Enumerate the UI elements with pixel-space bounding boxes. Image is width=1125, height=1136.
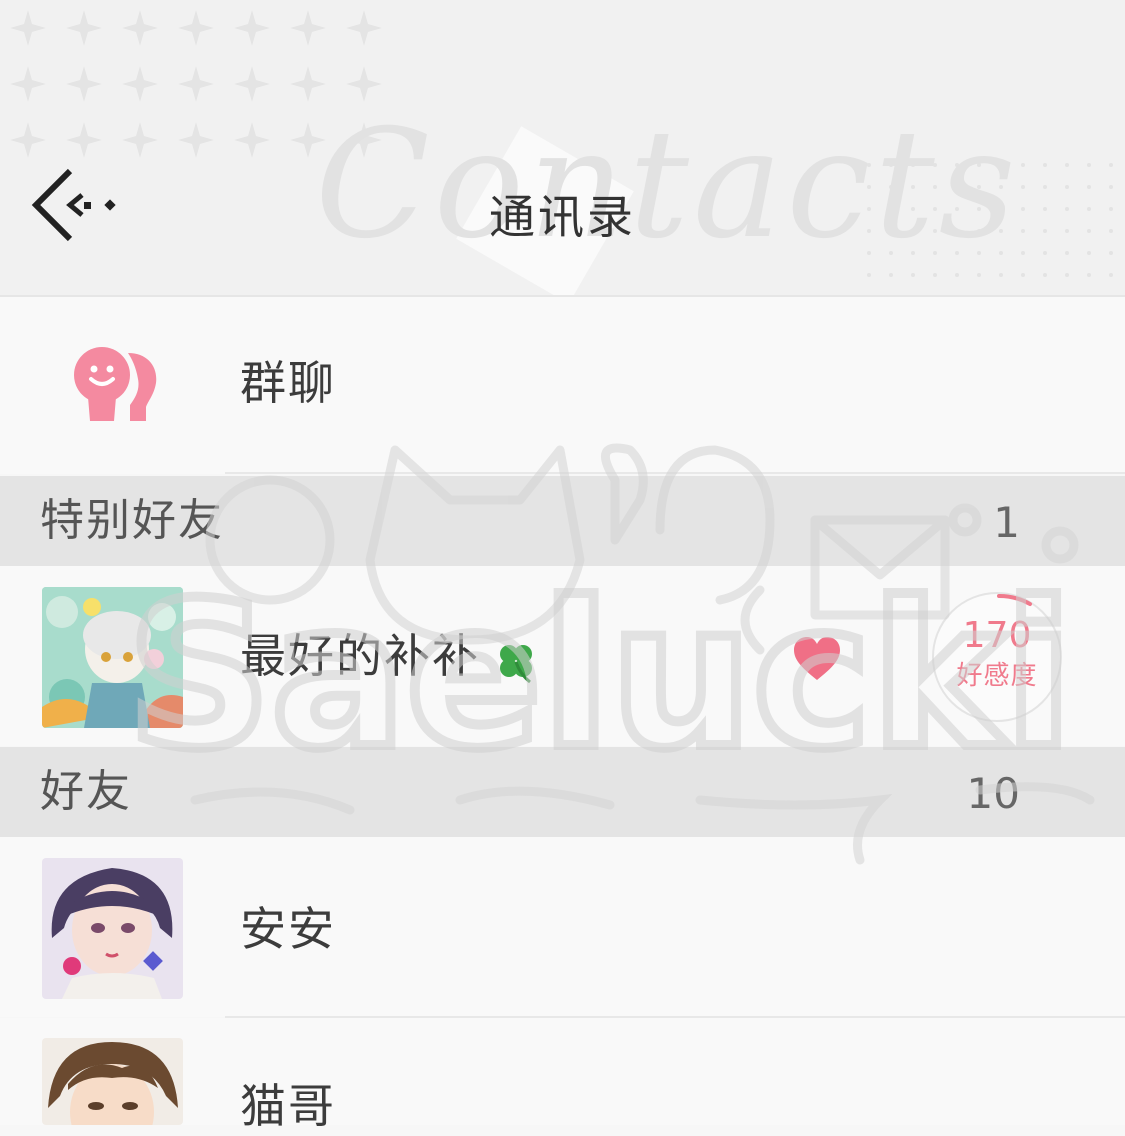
avatar [42,858,183,999]
avatar [42,587,183,728]
friend-row[interactable]: 猫哥 [0,1018,1125,1133]
heart-icon[interactable] [792,636,842,682]
affinity-badge: 170 好感度 [932,592,1062,722]
section-label: 好友 [40,766,132,817]
section-count: 1 [993,498,1020,547]
group-chat-icon [74,347,157,421]
affinity-label: 好感度 [956,661,1038,691]
friend-row[interactable]: 安安 [0,837,1125,1017]
divider [225,472,1125,474]
section-count: 10 [966,769,1020,818]
group-chat-label: 群聊 [240,356,336,410]
clover-icon [500,645,532,684]
top-bar: Contacts 通讯录 [0,0,1125,297]
page-title: 通讯录 [489,190,636,244]
special-friends-header: 特别好友 1 [0,476,1125,566]
avatar [42,1038,183,1125]
section-label: 特别好友 [40,495,224,546]
friends-header: 好友 10 [0,747,1125,837]
friend-name: 最好的补补 [240,629,480,683]
group-chat-row[interactable]: 群聊 [0,297,1125,474]
friend-name: 安安 [240,902,336,956]
affinity-value: 170 [962,615,1032,656]
friend-name: 猫哥 [240,1079,336,1133]
